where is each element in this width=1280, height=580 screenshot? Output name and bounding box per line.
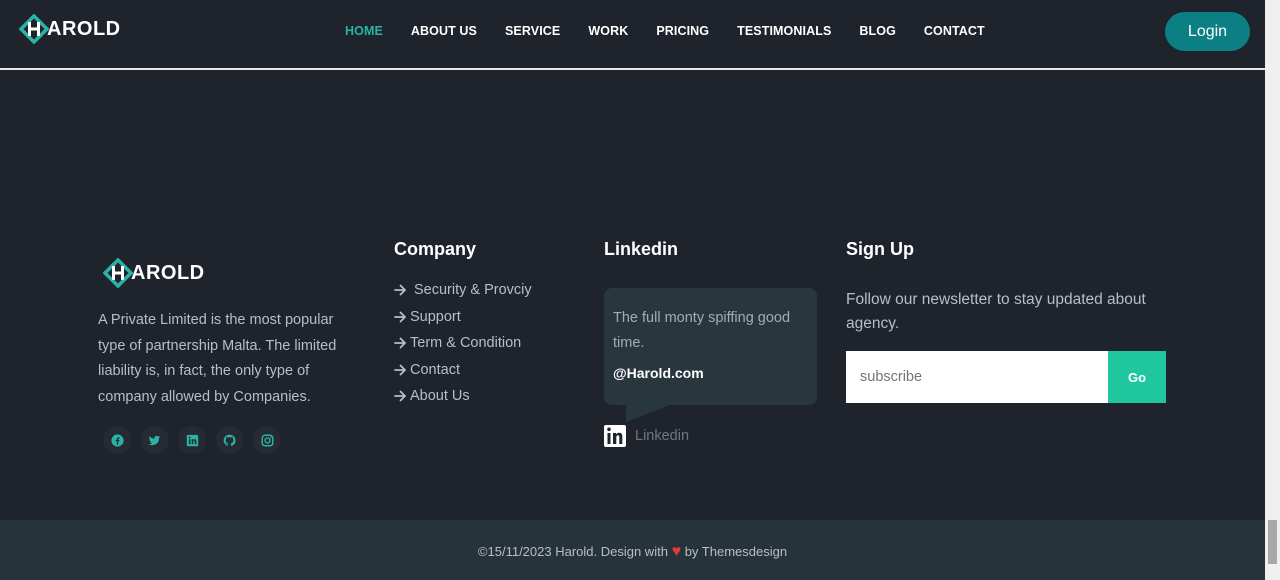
- signup-title: Sign Up: [846, 239, 914, 259]
- nav-service[interactable]: SERVICE: [505, 24, 560, 38]
- linkedin-quote-bubble: The full monty spiffing good time. @Haro…: [604, 288, 817, 422]
- logo-wordmark: AROLD: [47, 17, 121, 40]
- copyright-after: by Themesdesign: [684, 544, 788, 559]
- linkedin-link[interactable]: Linkedin: [604, 424, 689, 448]
- company-link-label: Support: [410, 308, 461, 325]
- nav-contact[interactable]: CONTACT: [924, 24, 985, 38]
- facebook-icon[interactable]: [103, 426, 131, 454]
- company-link-label: About Us: [410, 388, 470, 405]
- copyright-text: ©15/11/2023 Harold. Design with ♥ by The…: [0, 543, 1265, 561]
- company-link-support[interactable]: Support: [394, 304, 532, 331]
- nav-pricing[interactable]: PRICING: [656, 24, 709, 38]
- copyright-bar: ©15/11/2023 Harold. Design with ♥ by The…: [0, 520, 1265, 580]
- company-link-security[interactable]: Security & Provciy: [394, 277, 532, 304]
- company-link-label: Term & Condition: [410, 335, 522, 352]
- logo-h-icon: [103, 258, 133, 288]
- company-link-contact[interactable]: Contact: [394, 357, 532, 384]
- nav-home[interactable]: HOME: [345, 24, 383, 38]
- page-scrollbar[interactable]: [1265, 0, 1280, 580]
- twitter-icon[interactable]: [140, 426, 169, 454]
- nav-testimonials[interactable]: TESTIMONIALS: [737, 24, 831, 38]
- company-link-terms[interactable]: Term & Condition: [394, 330, 532, 357]
- company-link-label: Contact: [410, 361, 460, 378]
- main-nav: HOME ABOUT US SERVICE WORK PRICING TESTI…: [345, 24, 1013, 38]
- logo-h-icon: [19, 14, 49, 44]
- arrow-right-icon: [394, 337, 407, 349]
- linkedin-icon[interactable]: [178, 426, 206, 454]
- footer-about-text: A Private Limited is the most popular ty…: [98, 312, 337, 405]
- nav-work[interactable]: WORK: [588, 24, 628, 38]
- nav-blog[interactable]: BLOG: [859, 24, 896, 38]
- github-icon[interactable]: [215, 426, 244, 454]
- company-link-label: Security & Provciy: [414, 282, 532, 299]
- linkedin-quote: The full monty spiffing good time.: [613, 310, 791, 351]
- subscribe-go-button[interactable]: Go: [1108, 351, 1166, 403]
- subscribe-input[interactable]: [846, 351, 1108, 403]
- scrollbar-thumb[interactable]: [1268, 520, 1277, 564]
- linkedin-icon: [604, 424, 626, 448]
- linkedin-title: Linkedin: [604, 239, 679, 259]
- signup-text: Follow our newsletter to stay updated ab…: [846, 291, 1146, 332]
- login-button[interactable]: Login: [1165, 12, 1250, 51]
- linkedin-handle: @Harold.com: [613, 365, 704, 381]
- site-header: AROLD HOME ABOUT US SERVICE WORK PRICING…: [0, 0, 1265, 70]
- header-logo[interactable]: AROLD: [19, 14, 121, 44]
- copyright-before: ©15/11/2023 Harold. Design with: [477, 544, 668, 559]
- arrow-right-icon: [394, 311, 407, 323]
- company-link-about-us[interactable]: About Us: [394, 383, 532, 410]
- company-links: Security & Provciy Support Term & Condit…: [394, 277, 532, 410]
- linkedin-link-label: Linkedin: [635, 428, 690, 444]
- company-title: Company: [394, 239, 477, 259]
- arrow-right-icon: [394, 390, 407, 402]
- footer-logo-wordmark: AROLD: [131, 261, 205, 284]
- heart-icon: ♥: [671, 543, 682, 560]
- arrow-right-icon: [394, 284, 407, 296]
- footer-logo[interactable]: AROLD: [103, 258, 205, 288]
- bubble-tail: [626, 404, 672, 422]
- nav-about-us[interactable]: ABOUT US: [411, 24, 477, 38]
- social-links: [103, 426, 291, 454]
- arrow-right-icon: [394, 364, 407, 376]
- instagram-icon[interactable]: [253, 426, 281, 454]
